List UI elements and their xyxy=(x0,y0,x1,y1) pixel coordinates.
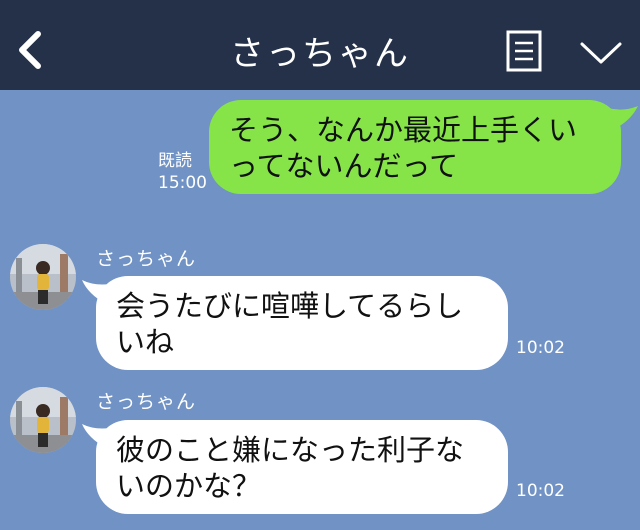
chat-header: さっちゃん xyxy=(0,0,640,90)
message-time: 10:02 xyxy=(516,338,565,358)
sent-message-bubble[interactable]: そう、なんか最近上手くい ってないんだって xyxy=(209,100,621,194)
message-line: ってないんだって xyxy=(229,149,459,183)
message-time: 10:02 xyxy=(516,481,565,501)
message-line: そう、なんか最近上手くい xyxy=(229,113,578,147)
message-line: いのかな？ xyxy=(116,469,262,503)
message-text: 彼のこと嫌になった利子な いのかな？ xyxy=(116,432,494,504)
message-line: 彼のこと嫌になった利子な xyxy=(116,433,465,467)
message-line: 会うたびに喧嘩してるらし xyxy=(116,289,464,323)
message-text: 会うたびに喧嘩してるらし いね xyxy=(116,288,494,360)
read-label: 既読 xyxy=(158,151,192,171)
message-line: いね xyxy=(116,325,175,359)
received-message-bubble[interactable]: 会うたびに喧嘩してるらし いね xyxy=(96,276,508,370)
sender-name: さっちゃん xyxy=(96,391,197,413)
read-status: 既読 15:00 xyxy=(158,150,207,194)
received-message-bubble[interactable]: 彼のこと嫌になった利子な いのかな？ xyxy=(96,420,508,514)
avatar[interactable] xyxy=(10,387,76,453)
chat-title: さっちゃん xyxy=(230,34,410,74)
document-menu-icon[interactable] xyxy=(506,30,542,72)
message-time: 15:00 xyxy=(158,173,207,193)
sender-name: さっちゃん xyxy=(96,248,197,270)
bubble-tail xyxy=(608,106,638,130)
message-text: そう、なんか最近上手くい ってないんだって xyxy=(229,112,607,184)
avatar[interactable] xyxy=(10,244,76,310)
chevron-down-icon[interactable] xyxy=(578,36,624,68)
